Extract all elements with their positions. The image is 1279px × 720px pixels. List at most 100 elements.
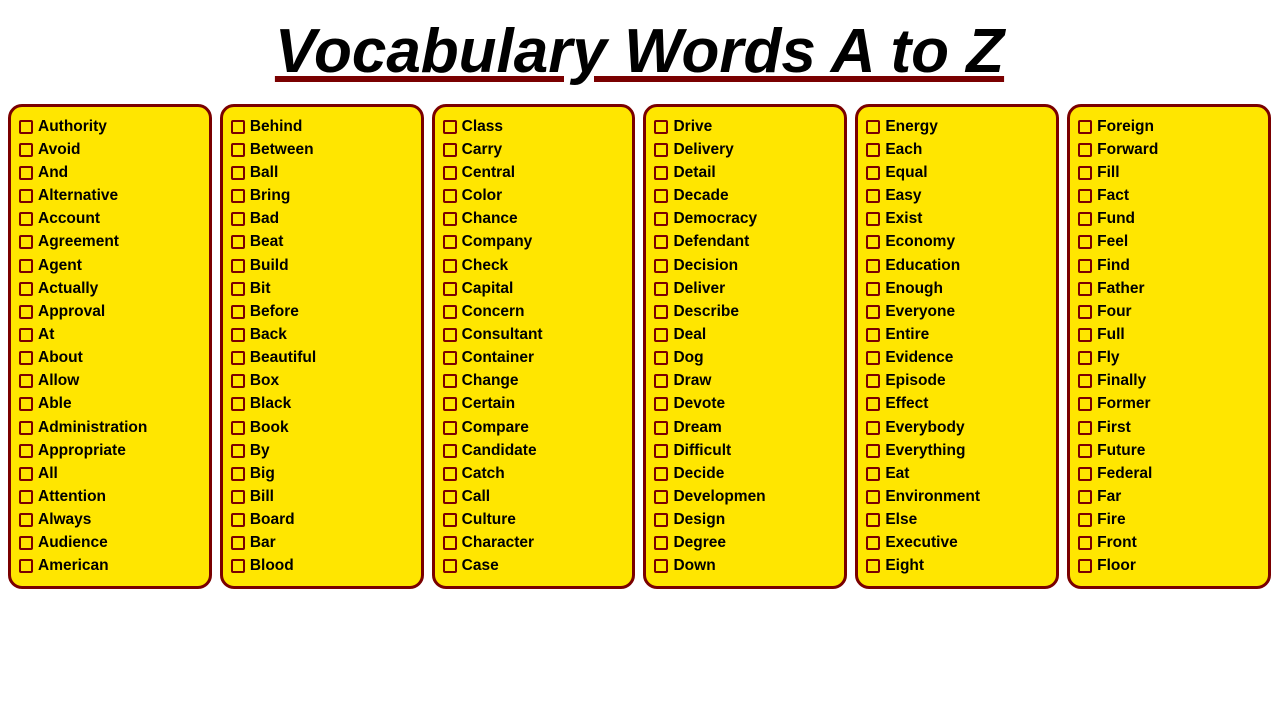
list-item[interactable]: Describe (654, 300, 838, 323)
checkbox-icon[interactable] (1078, 397, 1092, 411)
checkbox-icon[interactable] (866, 490, 880, 504)
list-item[interactable]: Black (231, 393, 415, 416)
checkbox-icon[interactable] (231, 374, 245, 388)
list-item[interactable]: Entire (866, 323, 1050, 346)
checkbox-icon[interactable] (19, 282, 33, 296)
list-item[interactable]: Eat (866, 462, 1050, 485)
checkbox-icon[interactable] (654, 305, 668, 319)
list-item[interactable]: Four (1078, 300, 1262, 323)
checkbox-icon[interactable] (231, 166, 245, 180)
checkbox-icon[interactable] (866, 305, 880, 319)
checkbox-icon[interactable] (654, 421, 668, 435)
checkbox-icon[interactable] (19, 513, 33, 527)
checkbox-icon[interactable] (443, 444, 457, 458)
checkbox-icon[interactable] (443, 374, 457, 388)
list-item[interactable]: Before (231, 300, 415, 323)
checkbox-icon[interactable] (19, 467, 33, 481)
list-item[interactable]: Chance (443, 208, 627, 231)
list-item[interactable]: Bit (231, 277, 415, 300)
list-item[interactable]: Democracy (654, 208, 838, 231)
checkbox-icon[interactable] (866, 559, 880, 573)
list-item[interactable]: Find (1078, 254, 1262, 277)
checkbox-icon[interactable] (1078, 120, 1092, 134)
checkbox-icon[interactable] (19, 397, 33, 411)
list-item[interactable]: Fly (1078, 347, 1262, 370)
checkbox-icon[interactable] (231, 444, 245, 458)
checkbox-icon[interactable] (1078, 305, 1092, 319)
list-item[interactable]: Agreement (19, 231, 203, 254)
checkbox-icon[interactable] (231, 235, 245, 249)
list-item[interactable]: Big (231, 462, 415, 485)
list-item[interactable]: Degree (654, 532, 838, 555)
checkbox-icon[interactable] (654, 444, 668, 458)
list-item[interactable]: Front (1078, 532, 1262, 555)
checkbox-icon[interactable] (231, 351, 245, 365)
list-item[interactable]: Blood (231, 555, 415, 578)
list-item[interactable]: Drive (654, 115, 838, 138)
list-item[interactable]: Behind (231, 115, 415, 138)
list-item[interactable]: Administration (19, 416, 203, 439)
checkbox-icon[interactable] (231, 328, 245, 342)
list-item[interactable]: Central (443, 161, 627, 184)
checkbox-icon[interactable] (443, 305, 457, 319)
list-item[interactable]: Box (231, 370, 415, 393)
checkbox-icon[interactable] (231, 120, 245, 134)
checkbox-icon[interactable] (866, 282, 880, 296)
checkbox-icon[interactable] (231, 189, 245, 203)
checkbox-icon[interactable] (443, 351, 457, 365)
list-item[interactable]: Bar (231, 532, 415, 555)
checkbox-icon[interactable] (654, 328, 668, 342)
list-item[interactable]: Dream (654, 416, 838, 439)
checkbox-icon[interactable] (231, 259, 245, 273)
list-item[interactable]: Audience (19, 532, 203, 555)
checkbox-icon[interactable] (443, 536, 457, 550)
list-item[interactable]: Effect (866, 393, 1050, 416)
checkbox-icon[interactable] (443, 235, 457, 249)
list-item[interactable]: Father (1078, 277, 1262, 300)
list-item[interactable]: About (19, 347, 203, 370)
list-item[interactable]: Attention (19, 485, 203, 508)
checkbox-icon[interactable] (654, 189, 668, 203)
checkbox-icon[interactable] (19, 166, 33, 180)
list-item[interactable]: Delivery (654, 138, 838, 161)
list-item[interactable]: Equal (866, 161, 1050, 184)
list-item[interactable]: Bring (231, 185, 415, 208)
checkbox-icon[interactable] (1078, 235, 1092, 249)
checkbox-icon[interactable] (231, 536, 245, 550)
list-item[interactable]: Call (443, 485, 627, 508)
checkbox-icon[interactable] (866, 444, 880, 458)
checkbox-icon[interactable] (19, 120, 33, 134)
checkbox-icon[interactable] (1078, 351, 1092, 365)
list-item[interactable]: All (19, 462, 203, 485)
checkbox-icon[interactable] (443, 467, 457, 481)
list-item[interactable]: Fact (1078, 185, 1262, 208)
list-item[interactable]: At (19, 323, 203, 346)
checkbox-icon[interactable] (1078, 421, 1092, 435)
list-item[interactable]: Approval (19, 300, 203, 323)
list-item[interactable]: Everybody (866, 416, 1050, 439)
list-item[interactable]: Finally (1078, 370, 1262, 393)
checkbox-icon[interactable] (231, 282, 245, 296)
list-item[interactable]: Economy (866, 231, 1050, 254)
list-item[interactable]: Concern (443, 300, 627, 323)
checkbox-icon[interactable] (19, 189, 33, 203)
checkbox-icon[interactable] (866, 235, 880, 249)
checkbox-icon[interactable] (866, 536, 880, 550)
checkbox-icon[interactable] (443, 559, 457, 573)
list-item[interactable]: Everything (866, 439, 1050, 462)
checkbox-icon[interactable] (19, 259, 33, 273)
list-item[interactable]: Container (443, 347, 627, 370)
list-item[interactable]: Energy (866, 115, 1050, 138)
list-item[interactable]: Detail (654, 161, 838, 184)
list-item[interactable]: Consultant (443, 323, 627, 346)
list-item[interactable]: Federal (1078, 462, 1262, 485)
checkbox-icon[interactable] (443, 143, 457, 157)
checkbox-icon[interactable] (231, 421, 245, 435)
list-item[interactable]: Design (654, 509, 838, 532)
list-item[interactable]: Dog (654, 347, 838, 370)
list-item[interactable]: Fire (1078, 509, 1262, 532)
checkbox-icon[interactable] (1078, 444, 1092, 458)
list-item[interactable]: Class (443, 115, 627, 138)
checkbox-icon[interactable] (19, 421, 33, 435)
list-item[interactable]: Culture (443, 509, 627, 532)
